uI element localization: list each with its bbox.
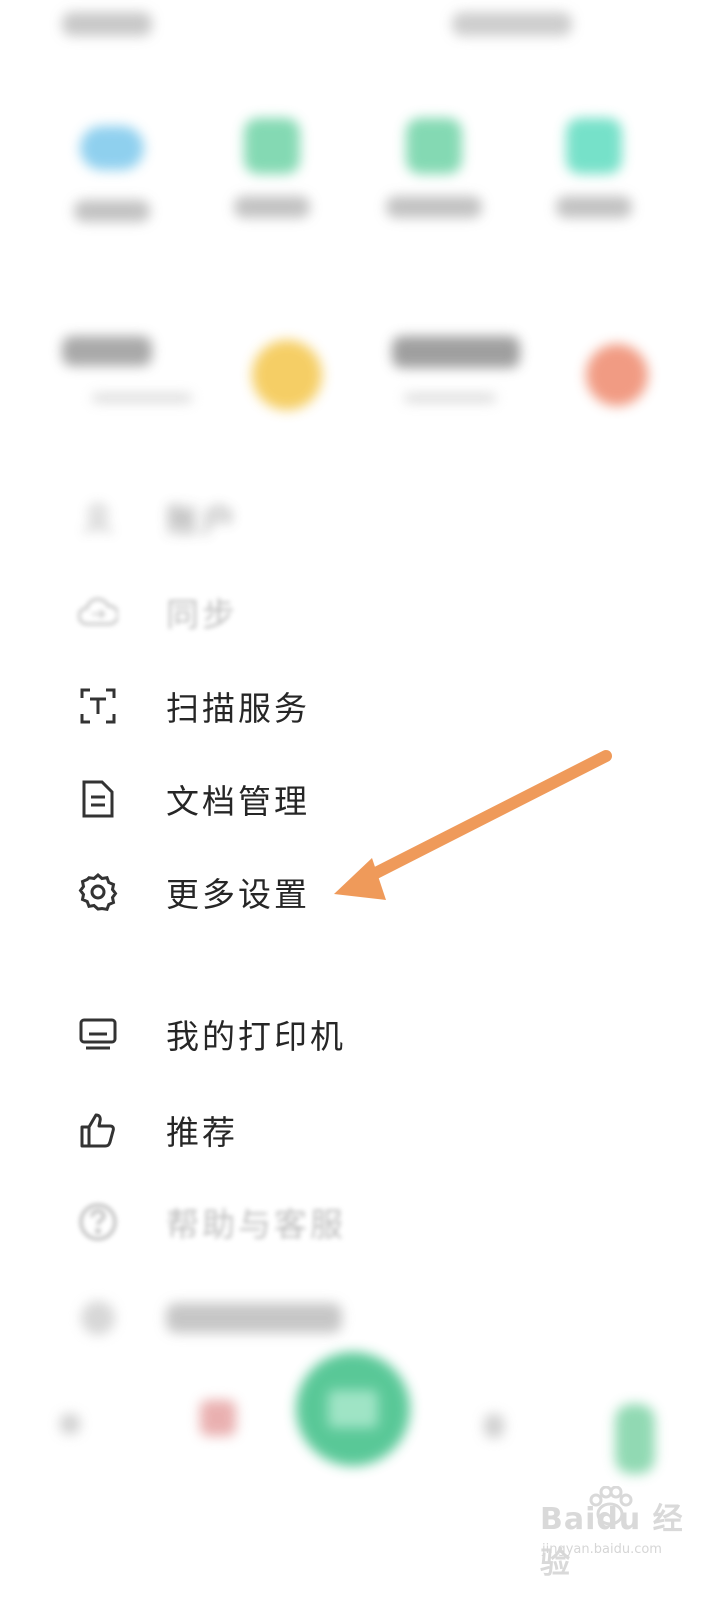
menu-item-label: 帮助与客服 <box>166 1205 346 1244</box>
menu-item-document-management[interactable]: 文档管理 <box>74 771 634 827</box>
quick-function-3[interactable] <box>374 118 494 218</box>
scan-fab-button[interactable] <box>296 1352 410 1466</box>
menu-item-label: 扫描服务 <box>166 689 310 728</box>
nav-edit-icon[interactable] <box>200 1400 236 1436</box>
gear-icon <box>74 868 122 916</box>
document-icon <box>74 775 122 823</box>
menu-item-my-printer[interactable]: 我的打印机 <box>74 1006 634 1062</box>
tile-icon <box>406 118 462 174</box>
printer-icon <box>74 1010 122 1058</box>
quick-function-label <box>386 196 482 218</box>
status-indicators <box>452 12 572 36</box>
quick-function-label <box>556 196 632 218</box>
cloud-sync-icon <box>74 588 122 636</box>
menu-item-account[interactable]: 账户 <box>74 490 634 546</box>
camera-icon <box>328 1390 378 1428</box>
tile-icon <box>566 118 622 174</box>
promo-card-right-title[interactable] <box>392 336 520 368</box>
tile-icon <box>244 118 300 174</box>
promo-card-left-title[interactable] <box>62 336 152 366</box>
baidu-watermark: Baidu 经验 jingyan.baidu.com <box>540 1486 710 1586</box>
menu-item-scan-service[interactable]: 扫描服务 <box>74 678 634 734</box>
menu-item-sync[interactable]: 同步 <box>74 584 634 640</box>
promo-card-left-subtitle <box>92 394 192 402</box>
quick-function-4[interactable] <box>534 118 654 218</box>
menu-item-label: 我的打印机 <box>166 1017 346 1056</box>
status-time <box>62 12 152 36</box>
info-icon <box>74 1294 122 1342</box>
quick-functions-grid <box>0 118 720 238</box>
promo-badge-yellow <box>252 340 322 410</box>
user-icon <box>74 494 122 542</box>
promo-badge-red <box>586 344 648 406</box>
quick-function-2[interactable] <box>212 118 332 218</box>
menu-item-label: 同步 <box>166 595 238 634</box>
menu-item-label: 更多设置 <box>166 875 310 914</box>
promo-card-right-subtitle <box>404 394 496 402</box>
nav-tools-icon[interactable] <box>484 1414 504 1438</box>
menu-item-about[interactable] <box>74 1290 634 1346</box>
scan-text-icon <box>74 682 122 730</box>
cloud-icon <box>80 126 144 170</box>
nav-home-icon[interactable] <box>60 1414 80 1434</box>
watermark-url: jingyan.baidu.com <box>542 1542 662 1557</box>
quick-function-label <box>74 200 150 222</box>
status-bar <box>0 0 720 50</box>
watermark-text: Baidu 经验 <box>540 1502 684 1581</box>
menu-item-label: 账户 <box>166 501 238 540</box>
thumbs-up-icon <box>74 1106 122 1154</box>
menu-item-label <box>166 1303 342 1333</box>
nav-profile-icon[interactable] <box>615 1404 655 1474</box>
menu-item-label: 文档管理 <box>166 782 310 821</box>
menu-item-help[interactable]: 帮助与客服 <box>74 1194 634 1250</box>
menu-item-label: 推荐 <box>166 1113 238 1152</box>
quick-function-cloud[interactable] <box>52 118 172 222</box>
menu-item-more-settings[interactable]: 更多设置 <box>74 864 634 920</box>
help-icon <box>74 1198 122 1246</box>
quick-function-label <box>234 196 310 218</box>
menu-item-recommend[interactable]: 推荐 <box>74 1102 634 1158</box>
